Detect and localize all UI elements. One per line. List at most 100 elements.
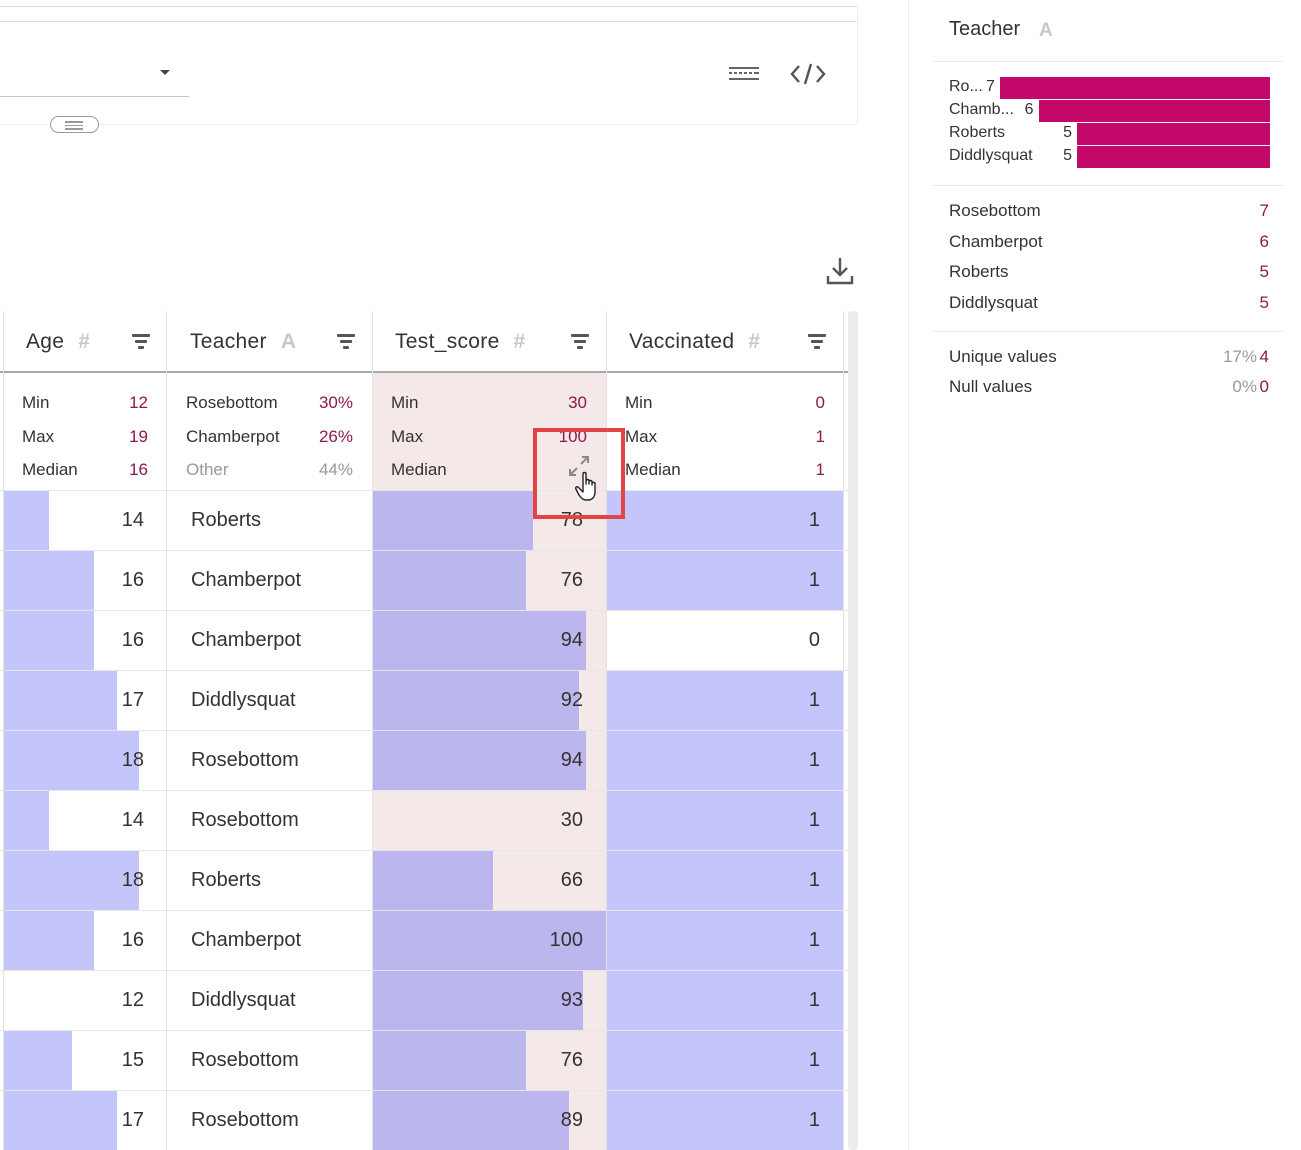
cell-vaccinated: 1 bbox=[808, 1049, 820, 1071]
column-title: Test_score bbox=[395, 330, 500, 353]
cell-vaccinated: 1 bbox=[808, 569, 820, 591]
divider bbox=[933, 331, 1283, 332]
value-count: 7 bbox=[1259, 201, 1269, 220]
cell-age: 15 bbox=[121, 1049, 144, 1071]
value-count: 5 bbox=[1259, 292, 1269, 312]
top-strip bbox=[0, 6, 858, 22]
vertical-scrollbar[interactable] bbox=[848, 311, 858, 1150]
cell-teacher: Chamberpot bbox=[191, 629, 302, 651]
cell-age: 14 bbox=[121, 509, 144, 531]
cell-test-score: 92 bbox=[560, 689, 583, 711]
unique-values-count: 4 bbox=[1259, 347, 1269, 366]
stat-label: Chamberpot bbox=[186, 427, 280, 446]
cell-age: 16 bbox=[121, 629, 144, 651]
value-label[interactable]: Rosebottom bbox=[949, 201, 1041, 221]
column-header-age[interactable]: Age # bbox=[26, 311, 90, 373]
stat-label: Median bbox=[22, 460, 78, 479]
column-select[interactable] bbox=[0, 96, 189, 97]
cell-age: 17 bbox=[121, 1109, 144, 1131]
cell-vaccinated: 1 bbox=[808, 509, 820, 531]
cell-teacher: Roberts bbox=[191, 509, 262, 531]
number-type-icon: # bbox=[748, 330, 761, 353]
cell-test-score: 76 bbox=[560, 1049, 583, 1071]
stat-label: Max bbox=[625, 427, 658, 446]
distribution-value: 5 bbox=[1063, 124, 1073, 141]
stat-label: Median bbox=[391, 460, 447, 479]
data-table: Age # Teacher A Test_score # Vaccinated … bbox=[0, 311, 848, 1150]
filter-icon[interactable] bbox=[337, 333, 355, 349]
cell-teacher: Rosebottom bbox=[191, 1049, 299, 1071]
stat-value: 1 bbox=[815, 460, 825, 479]
distribution-bar[interactable] bbox=[1038, 100, 1270, 122]
distribution-bar[interactable] bbox=[1077, 123, 1270, 145]
cell-vaccinated: 0 bbox=[808, 629, 820, 651]
divider bbox=[933, 185, 1283, 186]
unique-values-percent: 17% bbox=[1222, 347, 1257, 366]
filter-icon[interactable] bbox=[808, 333, 826, 349]
cell-test-score: 94 bbox=[560, 749, 583, 771]
cell-teacher: Roberts bbox=[191, 869, 262, 891]
stat-label: Min bbox=[22, 393, 50, 412]
cell-age: 18 bbox=[121, 869, 144, 891]
distribution-label: Diddlysquat bbox=[949, 147, 1033, 164]
cell-vaccinated: 1 bbox=[808, 689, 820, 711]
stat-label: Max bbox=[391, 427, 424, 446]
null-values-percent: 0% bbox=[1232, 377, 1257, 396]
cell-vaccinated: 1 bbox=[808, 1109, 820, 1131]
stat-label: Min bbox=[391, 393, 419, 412]
column-header-vaccinated[interactable]: Vaccinated # bbox=[629, 311, 760, 373]
distribution-value: 6 bbox=[1024, 101, 1034, 118]
column-title: Vaccinated bbox=[629, 330, 735, 353]
number-type-icon: # bbox=[513, 330, 526, 353]
highlight-annotation bbox=[533, 428, 625, 519]
stat-value: 26% bbox=[318, 427, 353, 446]
unique-values-label: Unique values bbox=[949, 347, 1057, 366]
stat-label: Other bbox=[186, 460, 229, 479]
code-icon[interactable] bbox=[790, 62, 826, 86]
resize-handle[interactable] bbox=[50, 116, 99, 133]
cell-test-score: 89 bbox=[560, 1109, 583, 1131]
cell-teacher: Diddlysquat bbox=[191, 989, 296, 1011]
distribution-value: 7 bbox=[986, 78, 995, 95]
distribution-label: Ro... bbox=[949, 78, 983, 95]
filter-icon[interactable] bbox=[132, 333, 150, 349]
distribution-value: 5 bbox=[1063, 147, 1073, 164]
stat-value: 30 bbox=[568, 393, 587, 412]
cell-test-score: 94 bbox=[560, 629, 583, 651]
value-label[interactable]: Diddlysquat bbox=[949, 293, 1038, 313]
cell-teacher: Rosebottom bbox=[191, 1109, 299, 1131]
download-icon[interactable] bbox=[826, 256, 854, 286]
cell-vaccinated: 1 bbox=[808, 989, 820, 1011]
cell-vaccinated: 1 bbox=[808, 809, 820, 831]
keyboard-icon[interactable] bbox=[727, 64, 761, 84]
cell-test-score: 30 bbox=[560, 809, 583, 831]
chevron-down-icon[interactable] bbox=[160, 70, 170, 75]
column-divider bbox=[843, 311, 844, 1150]
value-label[interactable]: Roberts bbox=[949, 262, 1009, 282]
cell-vaccinated: 1 bbox=[808, 929, 820, 951]
text-type-icon: A bbox=[1039, 20, 1053, 41]
stat-value: 19 bbox=[129, 427, 148, 446]
cell-age: 16 bbox=[121, 569, 144, 591]
null-values-count: 0 bbox=[1259, 377, 1269, 396]
distribution-label: Chamb... bbox=[949, 101, 1014, 118]
column-header-test-score[interactable]: Test_score # bbox=[395, 311, 525, 373]
cell-age: 18 bbox=[121, 749, 144, 771]
age-bar bbox=[4, 791, 50, 851]
stat-value: 30% bbox=[318, 393, 353, 412]
distribution-bar[interactable] bbox=[1077, 146, 1270, 168]
distribution-label: Roberts bbox=[949, 124, 1006, 141]
cell-age: 17 bbox=[121, 689, 144, 711]
cell-age: 16 bbox=[121, 929, 144, 951]
cell-test-score: 66 bbox=[560, 869, 583, 891]
filter-icon[interactable] bbox=[571, 333, 589, 349]
value-count: 6 bbox=[1259, 231, 1269, 251]
column-header-teacher[interactable]: Teacher A bbox=[190, 311, 296, 373]
stat-label: Max bbox=[22, 427, 55, 446]
text-type-icon: A bbox=[280, 330, 296, 353]
age-bar bbox=[4, 491, 50, 551]
stat-value: 0 bbox=[815, 393, 825, 412]
cell-vaccinated: 1 bbox=[808, 749, 820, 771]
distribution-bar[interactable] bbox=[1000, 77, 1270, 99]
value-label[interactable]: Chamberpot bbox=[949, 232, 1043, 252]
